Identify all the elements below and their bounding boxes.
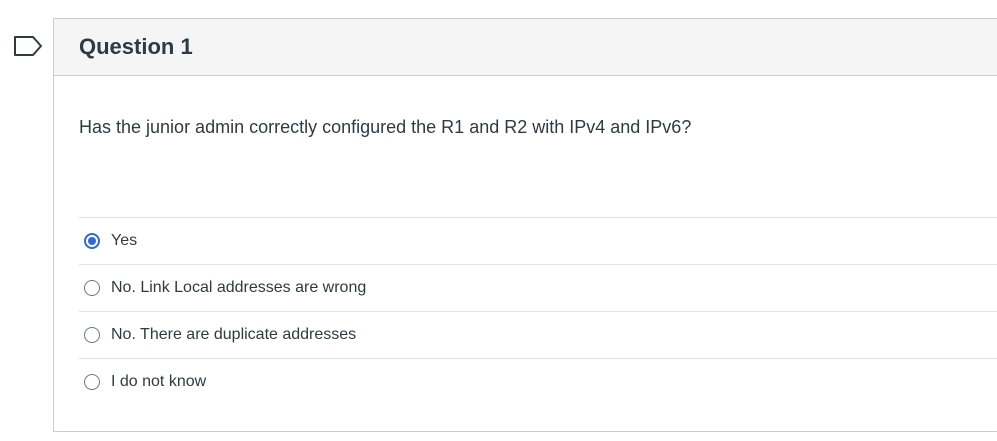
answer-list: Yes No. Link Local addresses are wrong N… <box>79 217 997 405</box>
question-panel: Question 1 Has the junior admin correctl… <box>53 18 997 432</box>
flag-question-icon[interactable] <box>13 35 43 57</box>
question-header: Question 1 <box>54 19 997 76</box>
answer-label: No. Link Local addresses are wrong <box>111 279 367 296</box>
answer-option-yes[interactable]: Yes <box>79 217 997 264</box>
answer-option-duplicate-addresses[interactable]: No. There are duplicate addresses <box>79 311 997 358</box>
answer-label: Yes <box>111 232 138 249</box>
radio-unselected-icon[interactable] <box>84 280 100 296</box>
radio-unselected-icon[interactable] <box>84 327 100 343</box>
answer-option-do-not-know[interactable]: I do not know <box>79 358 997 405</box>
radio-selected-icon[interactable] <box>84 233 100 249</box>
question-title: Question 1 <box>79 34 193 59</box>
answer-label: No. There are duplicate addresses <box>111 326 357 343</box>
radio-unselected-icon[interactable] <box>84 374 100 390</box>
answer-option-link-local-wrong[interactable]: No. Link Local addresses are wrong <box>79 264 997 311</box>
question-text: Has the junior admin correctly configure… <box>79 117 692 137</box>
answer-label: I do not know <box>111 373 207 390</box>
radio-dot <box>88 237 96 245</box>
